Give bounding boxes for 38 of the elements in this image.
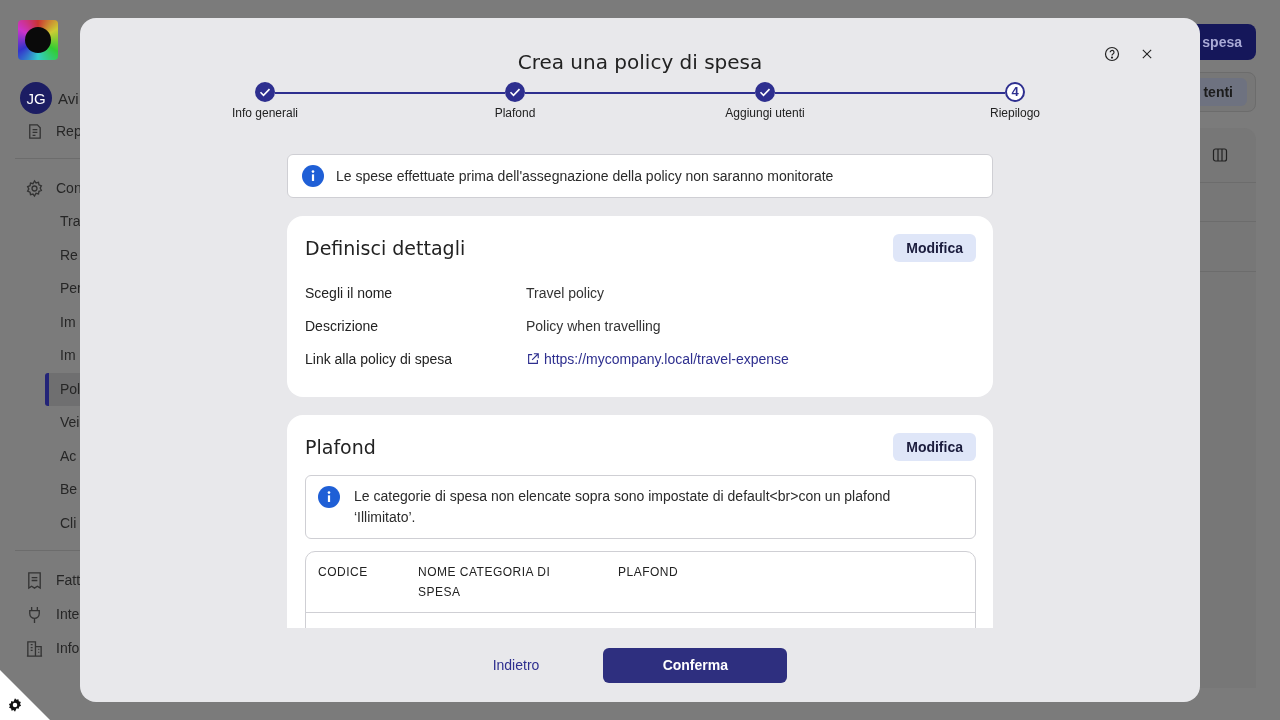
field-label: Link alla policy di spesa [305,350,454,367]
sidebar-subitem[interactable]: Pol [45,372,80,406]
info-text: Le categorie di spesa non elencate sopra sono impostate di default<br>con un plafond ‘Illimitato’. [354,487,892,527]
column-header: PLAFOND [618,564,679,581]
sidebar-subitem[interactable]: Be [45,473,80,507]
field-value: Travel policy [526,284,605,301]
step-label: Info generali [231,106,298,120]
sidebar-subitem[interactable]: Im [45,339,80,373]
column-header: CODICE [318,564,369,581]
user-avatar[interactable]: JG [20,82,52,114]
column-header: NOME CATEGORIA DI SPESA [418,564,552,601]
user-name: Avi [58,89,79,107]
sidebar-subitem[interactable]: Re [45,238,80,272]
sidebar-subitem[interactable]: Tra [45,205,80,239]
sidebar-subitem[interactable]: Per [45,272,80,306]
step-number: 4 [1005,82,1025,102]
sidebar-item[interactable]: Info [56,640,80,656]
step-label: Riepilogo [989,106,1040,120]
field-label: Descrizione [305,317,380,334]
sidebar-subitem[interactable]: Vei [45,406,80,440]
back-link[interactable]: Indietro [492,657,540,673]
sidebar-subitem[interactable]: Ac [45,439,80,473]
modal-title: Crea una policy di spesa [517,50,763,74]
field-label: Scegli il nome [305,284,394,301]
sidebar-item[interactable]: Inte [56,606,80,622]
sidebar-item[interactable]: Fatt [56,572,81,588]
sidebar-subitem[interactable]: Cli [45,506,80,540]
step-label: Aggiungi utenti [725,106,805,120]
edit-button[interactable]: Modifica [893,433,976,461]
info-text: Le spese effettuate prima dell'assegnazione della policy non saranno monitorate [336,168,834,184]
policy-link[interactable]: https://mycompany.local/travel-expense [544,350,789,367]
step-label: Plafond [494,106,536,120]
field-value: Policy when travelling [526,317,661,334]
edit-button[interactable]: Modifica [893,234,976,262]
card-title: Plafond [305,436,376,458]
card-title: Definisci dettagli [305,237,466,259]
sidebar-subitem[interactable]: Im [45,305,80,339]
confirm-button[interactable]: Conferma [603,647,788,683]
